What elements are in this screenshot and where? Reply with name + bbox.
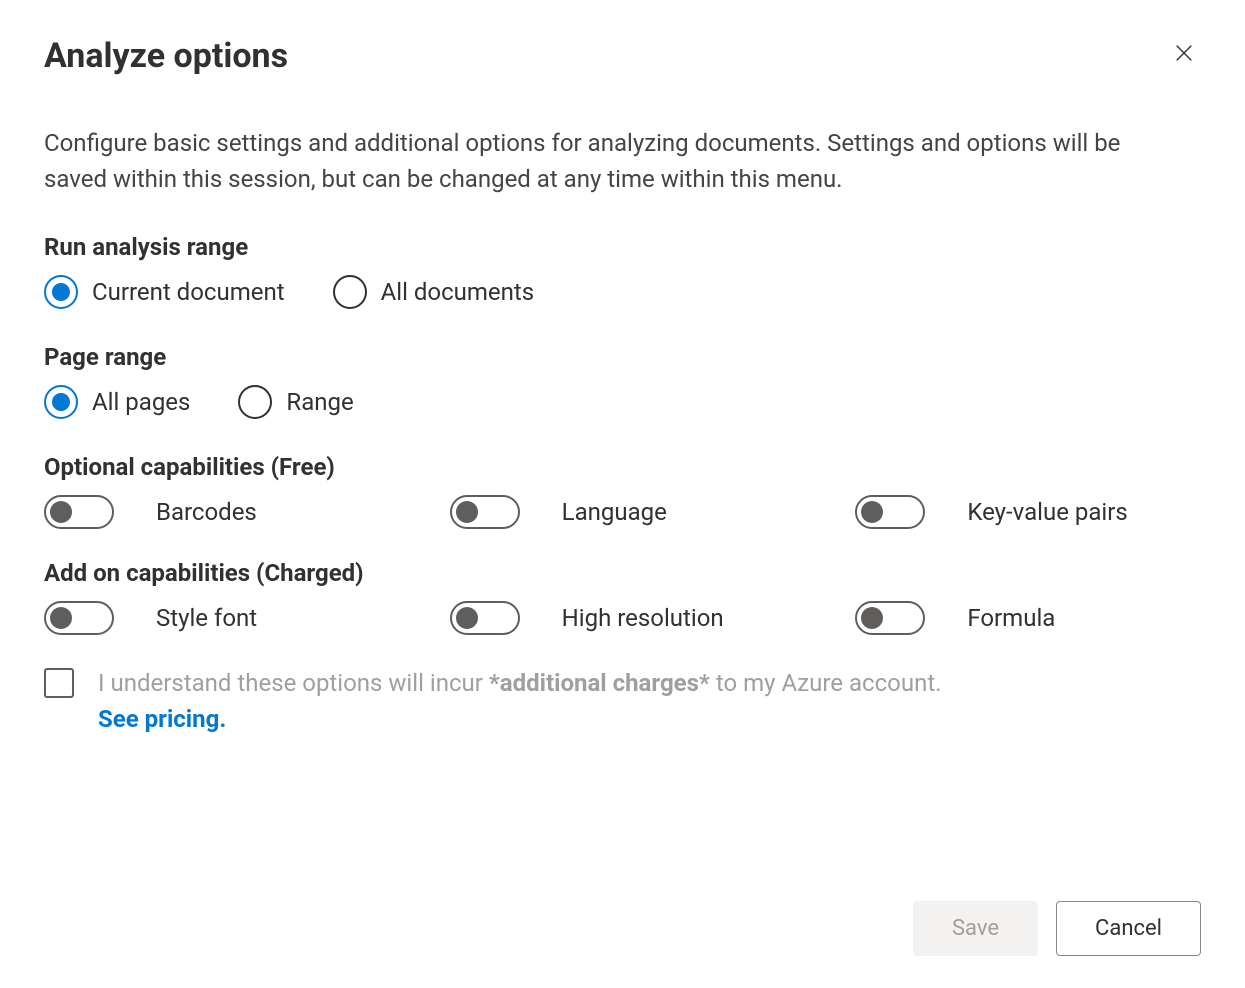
close-button[interactable] [1167,36,1201,70]
toggle-high-resolution: High resolution [450,601,796,635]
toggle-switch[interactable] [855,495,925,529]
radio-icon [333,275,367,309]
cancel-button[interactable]: Cancel [1056,901,1201,956]
toggle-key-value-pairs: Key-value pairs [855,495,1201,529]
radio-icon [44,385,78,419]
toggle-language: Language [450,495,796,529]
addon-caps-group: Style font High resolution Formula [44,601,1201,635]
toggle-label: Formula [967,604,1055,632]
consent-emphasis: *additional charges* [489,669,710,697]
toggle-label: Key-value pairs [967,498,1127,526]
optional-caps-label: Optional capabilities (Free) [44,453,1201,481]
toggle-switch[interactable] [450,495,520,529]
radio-label: Current document [92,278,285,306]
consent-prefix: I understand these options will incur [98,669,489,697]
panel-title: Analyze options [44,36,288,77]
run-analysis-group: Current document All documents [44,275,1201,309]
radio-icon [238,385,272,419]
toggle-label: Language [562,498,667,526]
radio-label: Range [286,388,353,416]
consent-checkbox[interactable] [44,668,74,698]
optional-caps-group: Barcodes Language Key-value pairs [44,495,1201,529]
consent-suffix: to my Azure account. [710,669,942,697]
toggle-label: Style font [156,604,257,632]
toggle-barcodes: Barcodes [44,495,390,529]
panel-description: Configure basic settings and additional … [44,125,1144,197]
toggle-switch[interactable] [44,495,114,529]
page-range-label: Page range [44,343,1201,371]
close-icon [1173,42,1195,64]
toggle-label: Barcodes [156,498,257,526]
panel-footer: Save Cancel [913,901,1201,956]
consent-text: I understand these options will incur *a… [98,665,942,737]
page-range-group: All pages Range [44,385,1201,419]
radio-label: All documents [381,278,535,306]
radio-all-documents[interactable]: All documents [333,275,535,309]
radio-current-document[interactable]: Current document [44,275,285,309]
analyze-options-panel: Analyze options Configure basic settings… [0,0,1245,988]
addon-caps-label: Add on capabilities (Charged) [44,559,1201,587]
radio-icon [44,275,78,309]
see-pricing-link[interactable]: See pricing. [98,705,226,733]
toggle-style-font: Style font [44,601,390,635]
toggle-switch[interactable] [855,601,925,635]
radio-range[interactable]: Range [238,385,353,419]
toggle-switch[interactable] [450,601,520,635]
consent-row: I understand these options will incur *a… [44,665,1201,737]
panel-header: Analyze options [44,36,1201,77]
run-analysis-label: Run analysis range [44,233,1201,261]
radio-label: All pages [92,388,190,416]
toggle-switch[interactable] [44,601,114,635]
toggle-formula: Formula [855,601,1201,635]
save-button[interactable]: Save [913,901,1038,956]
toggle-label: High resolution [562,604,724,632]
radio-all-pages[interactable]: All pages [44,385,190,419]
